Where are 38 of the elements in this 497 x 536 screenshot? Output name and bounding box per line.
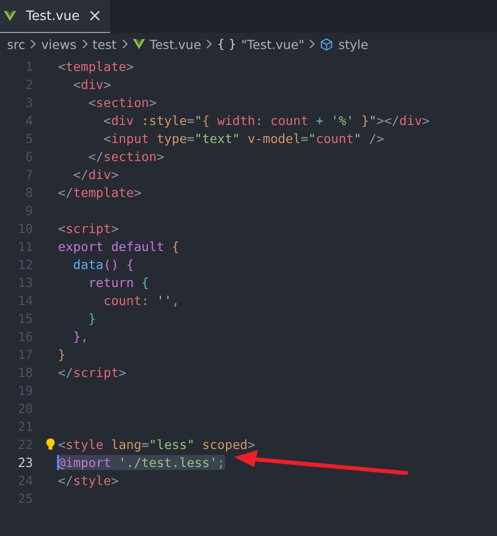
code-line: </section>: [88, 148, 164, 164]
code-line: </div>: [73, 166, 119, 182]
code-line: <input type="text" v-model="count" />: [103, 130, 384, 146]
code-line: <div>: [73, 76, 112, 92]
code-line: <style lang="less" scoped>: [58, 436, 256, 452]
code-line: </template>: [58, 184, 142, 200]
chevron-icon: [122, 39, 128, 49]
lightbulb-icon[interactable]: [45, 438, 56, 450]
close-button[interactable]: ×: [88, 8, 102, 24]
code-line: <script>: [58, 220, 119, 236]
code-line: }: [88, 310, 96, 326]
chevron-icon: [82, 39, 88, 49]
chevron-icon: [309, 39, 316, 49]
code-line: }: [58, 346, 66, 362]
code-line: </script>: [58, 364, 126, 380]
breadcrumb-item[interactable]: views: [41, 36, 77, 52]
code-line: <section>: [88, 94, 157, 110]
line-number: 23: [16, 454, 33, 470]
v-logo-icon: [132, 39, 145, 49]
breadcrumb-item[interactable]: src: [7, 36, 26, 52]
braces-icon: { }: [217, 37, 236, 51]
code-line: },: [73, 328, 88, 344]
code-line: data() {: [73, 256, 134, 272]
code-line: <template>: [58, 58, 134, 74]
cube-icon: [320, 38, 334, 50]
code-line: <div :style="{ width: count + '%' }"></div>: [103, 112, 430, 128]
breadcrumb-item[interactable]: "Test.vue": [241, 36, 304, 52]
code-line: </style>: [58, 472, 119, 488]
breadcrumb-item[interactable]: Test.vue: [150, 36, 202, 52]
breadcrumb-item[interactable]: test: [92, 36, 117, 52]
file-tab[interactable]: Test.vue ×: [0, 0, 110, 33]
v-logo-icon: [4, 11, 16, 21]
chevron-icon: [206, 39, 212, 49]
code-line: count: '',: [103, 292, 180, 308]
code-line: export default {: [58, 238, 180, 254]
code-line: return {: [88, 274, 149, 290]
breadcrumb-item[interactable]: style: [338, 36, 368, 52]
chevron-icon: [30, 39, 36, 49]
